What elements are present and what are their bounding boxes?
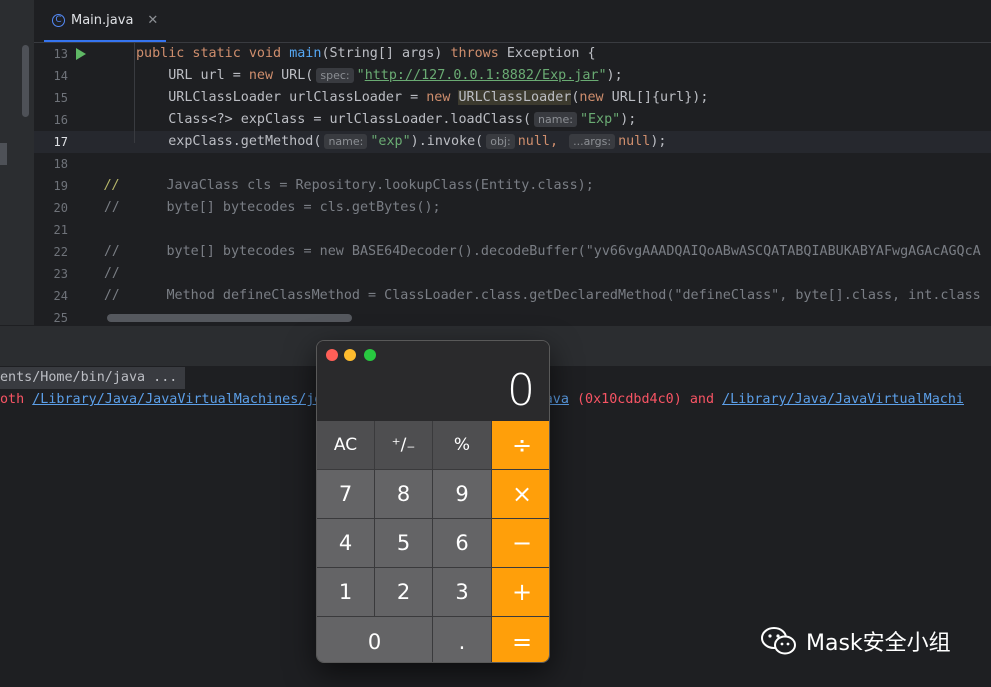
- wechat-icon: [761, 627, 796, 655]
- clear-button[interactable]: AC: [317, 421, 374, 469]
- line-number: 21: [53, 223, 68, 237]
- line-number: 14: [53, 69, 68, 83]
- digit-1-button[interactable]: 1: [317, 568, 374, 616]
- editor-gutter: 13 14 15 16 17 18 19 // 20 // 21 22 // 2…: [34, 43, 120, 325]
- multiply-button[interactable]: ×: [492, 470, 549, 518]
- code-line-13: public static void main(String[] args) t…: [136, 46, 596, 61]
- digit-0-button[interactable]: 0: [317, 617, 432, 662]
- digit-9-button[interactable]: 9: [433, 470, 491, 518]
- code-line-19: JavaClass cls = Repository.lookupClass(E…: [102, 178, 594, 193]
- run-icon[interactable]: [76, 48, 86, 60]
- current-line-number: 17: [34, 131, 102, 153]
- highlighted-usage: URLClassLoader: [458, 90, 572, 105]
- line-number: 17: [53, 135, 68, 149]
- console-command-line: ents/Home/bin/java ...: [0, 367, 186, 389]
- parameter-hint: name:: [324, 134, 368, 149]
- line-number: 24: [53, 289, 68, 303]
- add-button[interactable]: +: [492, 568, 549, 616]
- line-number: 13: [53, 47, 68, 61]
- decimal-button[interactable]: .: [433, 617, 491, 662]
- calculator-display: 0: [507, 365, 535, 416]
- code-line-20: byte[] bytecodes = cls.getBytes();: [102, 200, 441, 215]
- console-link[interactable]: /Library/Java/JavaVirtualMachines/jd: [32, 392, 322, 407]
- url-string: http://127.0.0.1:8882/Exp.jar: [364, 68, 599, 83]
- digit-5-button[interactable]: 5: [375, 519, 432, 567]
- close-icon[interactable]: ✕: [147, 13, 158, 28]
- line-number: 15: [53, 91, 68, 105]
- code-line-16: Class<?> expClass = urlClassLoader.loadC…: [136, 112, 637, 127]
- parameter-hint: ...args:: [569, 134, 616, 149]
- digit-8-button[interactable]: 8: [375, 470, 432, 518]
- percent-button[interactable]: %: [433, 421, 491, 469]
- code-line-14: URL url = new URL(spec: "http://127.0.0.1…: [136, 68, 623, 83]
- tab-label: Main.java: [71, 12, 134, 28]
- tool-window-button[interactable]: [0, 143, 7, 165]
- tab-main-java[interactable]: C Main.java ✕: [44, 0, 167, 42]
- java-class-icon: C: [52, 13, 65, 27]
- subtract-button[interactable]: −: [492, 519, 549, 567]
- horizontal-scrollbar[interactable]: [102, 312, 991, 324]
- code-line-24: Method defineClassMethod = ClassLoader.c…: [102, 288, 981, 303]
- plus-minus-button[interactable]: ⁺∕₋: [375, 421, 432, 469]
- parameter-hint: name:: [534, 112, 577, 127]
- digit-3-button[interactable]: 3: [433, 568, 491, 616]
- calculator-keypad: AC ⁺∕₋% ÷ 7 8 9 × 4 5 6− 1 2 3 +0. =: [317, 421, 549, 662]
- digit-4-button[interactable]: 4: [317, 519, 374, 567]
- console-link[interactable]: /Library/Java/JavaVirtualMachi: [722, 392, 964, 407]
- digit-6-button[interactable]: 6: [433, 519, 491, 567]
- line-number: 18: [53, 157, 68, 171]
- code-line-22: byte[] bytecodes = new BASE64Decoder().d…: [102, 244, 981, 259]
- divide-button[interactable]: ÷: [492, 421, 549, 469]
- line-number: 22: [53, 245, 68, 259]
- digit-7-button[interactable]: 7: [317, 470, 374, 518]
- scrollbar-thumb[interactable]: [107, 314, 352, 322]
- code-editor[interactable]: public static void main(String[] args) t…: [102, 43, 991, 325]
- calculator-title-bar[interactable]: 0: [317, 341, 549, 421]
- calculator-window[interactable]: 0 AC ⁺∕₋% ÷ 7 8 9 × 4 5 6− 1 2 3 +0. =: [316, 340, 550, 663]
- line-number: 20: [53, 201, 68, 215]
- indent-guide: [134, 43, 135, 143]
- line-number: 23: [53, 267, 68, 281]
- zoom-window-icon[interactable]: [364, 349, 376, 361]
- digit-2-button[interactable]: 2: [375, 568, 432, 616]
- equals-button[interactable]: =: [492, 617, 549, 662]
- minimize-window-icon[interactable]: [344, 349, 356, 361]
- close-window-icon[interactable]: [326, 349, 338, 361]
- line-number: 19: [53, 179, 68, 193]
- code-line-15: URLClassLoader urlClassLoader = new URLC…: [136, 90, 709, 105]
- project-scrollbar[interactable]: [22, 45, 29, 117]
- parameter-hint: obj:: [486, 134, 515, 149]
- line-number: 16: [53, 113, 68, 127]
- editor-tab-bar: C Main.java ✕: [34, 0, 991, 43]
- code-line-17: expClass.getMethod(name: "exp").invoke(ob…: [102, 131, 991, 153]
- watermark: Mask安全小组: [760, 625, 951, 657]
- tool-window-strip: [0, 0, 35, 325]
- watermark-text: Mask安全小组: [806, 631, 951, 656]
- parameter-hint: spec:: [316, 68, 354, 83]
